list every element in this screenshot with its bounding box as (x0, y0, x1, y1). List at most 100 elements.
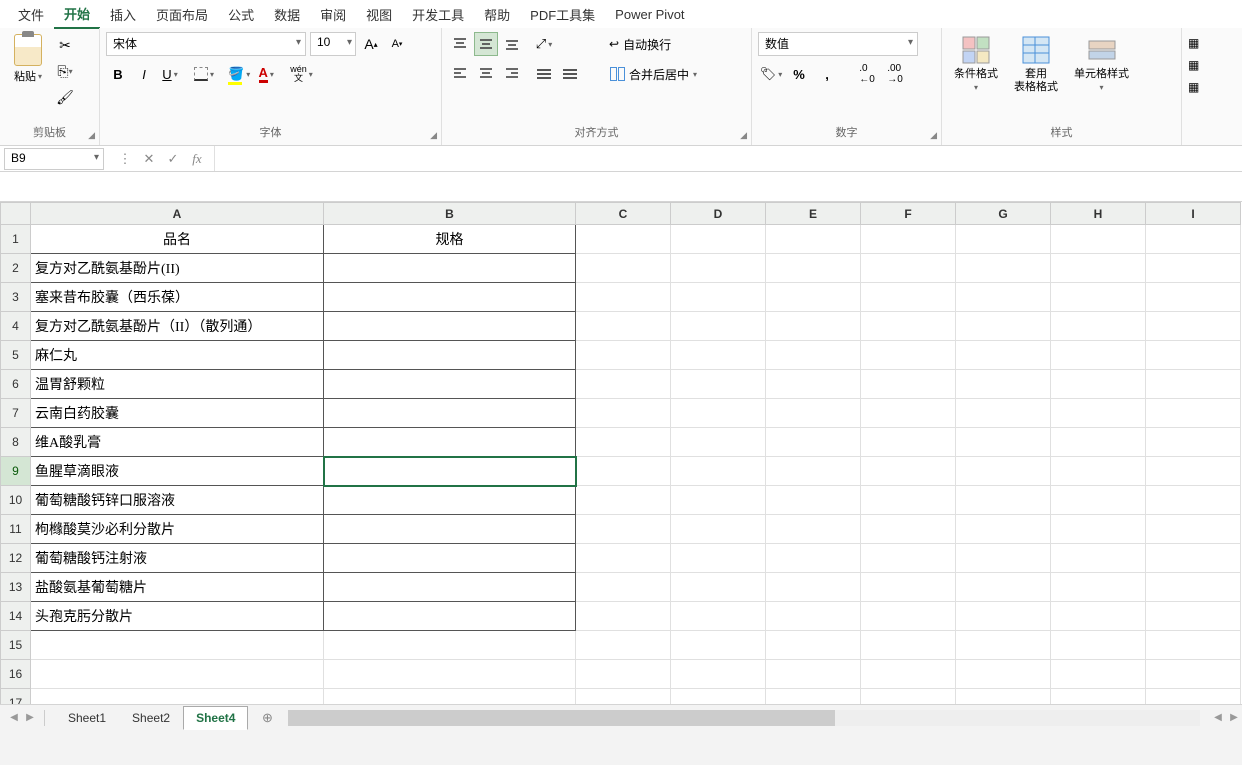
cell-G5[interactable] (956, 341, 1051, 370)
row-head-1[interactable]: 1 (1, 225, 31, 254)
cell-A11[interactable]: 枸橼酸莫沙必利分散片 (31, 515, 324, 544)
cell-B15[interactable] (324, 631, 576, 660)
cell-I12[interactable] (1146, 544, 1241, 573)
cell-A17[interactable] (31, 689, 324, 705)
align-top-button[interactable] (448, 32, 472, 56)
cell-styles-button[interactable]: 单元格样式▾ (1068, 32, 1135, 96)
percent-button[interactable]: % (786, 62, 812, 86)
cell-F17[interactable] (861, 689, 956, 705)
cell-C9[interactable] (576, 457, 671, 486)
name-box[interactable]: B9 (4, 148, 104, 170)
comma-button[interactable]: , (814, 62, 840, 86)
phonetic-button[interactable]: wén文 (288, 62, 315, 86)
cell-I11[interactable] (1146, 515, 1241, 544)
fx-icon[interactable]: fx (186, 149, 208, 169)
cell-G10[interactable] (956, 486, 1051, 515)
cell-D6[interactable] (671, 370, 766, 399)
cell-A6[interactable]: 温胃舒颗粒 (31, 370, 324, 399)
increase-indent-button[interactable] (558, 62, 582, 86)
cell-I14[interactable] (1146, 602, 1241, 631)
row-head-2[interactable]: 2 (1, 254, 31, 283)
row-head-17[interactable]: 17 (1, 689, 31, 705)
cell-E15[interactable] (766, 631, 861, 660)
row-head-4[interactable]: 4 (1, 312, 31, 341)
sheet-tab-Sheet2[interactable]: Sheet2 (119, 706, 183, 730)
formula-menu-icon[interactable]: ⋮ (114, 149, 136, 169)
cell-B2[interactable] (324, 254, 576, 283)
cell-E8[interactable] (766, 428, 861, 457)
cell-I9[interactable] (1146, 457, 1241, 486)
cell-I6[interactable] (1146, 370, 1241, 399)
cell-C16[interactable] (576, 660, 671, 689)
cell-C17[interactable] (576, 689, 671, 705)
cell-C6[interactable] (576, 370, 671, 399)
cell-D7[interactable] (671, 399, 766, 428)
cell-G14[interactable] (956, 602, 1051, 631)
cell-B5[interactable] (324, 341, 576, 370)
cell-G4[interactable] (956, 312, 1051, 341)
cell-A7[interactable]: 云南白药胶囊 (31, 399, 324, 428)
cell-I2[interactable] (1146, 254, 1241, 283)
cell-H8[interactable] (1051, 428, 1146, 457)
cell-E17[interactable] (766, 689, 861, 705)
cell-D11[interactable] (671, 515, 766, 544)
cell-A5[interactable]: 麻仁丸 (31, 341, 324, 370)
cell-F9[interactable] (861, 457, 956, 486)
formula-input[interactable] (215, 148, 1242, 170)
menu-审阅[interactable]: 审阅 (310, 1, 356, 28)
cell-F2[interactable] (861, 254, 956, 283)
cell-A10[interactable]: 葡萄糖酸钙锌口服溶液 (31, 486, 324, 515)
cell-F7[interactable] (861, 399, 956, 428)
cell-B16[interactable] (324, 660, 576, 689)
decrease-decimal-button[interactable]: .00→0 (882, 62, 908, 86)
cell-H17[interactable] (1051, 689, 1146, 705)
cell-A12[interactable]: 葡萄糖酸钙注射液 (31, 544, 324, 573)
cell-H3[interactable] (1051, 283, 1146, 312)
cell-A4[interactable]: 复方对乙酰氨基酚片（II）（散列通） (31, 312, 324, 341)
cell-C4[interactable] (576, 312, 671, 341)
cancel-formula-button[interactable]: ✕ (138, 149, 160, 169)
row-head-11[interactable]: 11 (1, 515, 31, 544)
merge-center-button[interactable]: 合并后居中▾ (603, 62, 703, 86)
decrease-indent-button[interactable] (532, 62, 556, 86)
cell-D14[interactable] (671, 602, 766, 631)
cell-E13[interactable] (766, 573, 861, 602)
grid[interactable]: ABCDEFGHI1品名规格2复方对乙酰氨基酚片(II)3塞来昔布胶囊（西乐葆）… (0, 202, 1242, 704)
cell-B9[interactable] (324, 457, 576, 486)
cell-C10[interactable] (576, 486, 671, 515)
col-head-B[interactable]: B (324, 203, 576, 225)
font-name-select[interactable]: 宋体 (106, 32, 306, 56)
menu-开发工具[interactable]: 开发工具 (402, 1, 474, 28)
cell-H2[interactable] (1051, 254, 1146, 283)
orientation-button[interactable]: ⤢ (532, 32, 556, 56)
cell-E3[interactable] (766, 283, 861, 312)
cell-C2[interactable] (576, 254, 671, 283)
cell-H1[interactable] (1051, 225, 1146, 254)
col-head-D[interactable]: D (671, 203, 766, 225)
cell-C3[interactable] (576, 283, 671, 312)
row-head-6[interactable]: 6 (1, 370, 31, 399)
fill-color-button[interactable]: 🪣 (226, 62, 252, 86)
cell-E10[interactable] (766, 486, 861, 515)
menu-开始[interactable]: 开始 (54, 0, 100, 29)
cell-I1[interactable] (1146, 225, 1241, 254)
align-bottom-button[interactable] (500, 32, 524, 56)
cell-C1[interactable] (576, 225, 671, 254)
cell-I7[interactable] (1146, 399, 1241, 428)
cell-C7[interactable] (576, 399, 671, 428)
cell-G13[interactable] (956, 573, 1051, 602)
cell-I16[interactable] (1146, 660, 1241, 689)
menu-文件[interactable]: 文件 (8, 1, 54, 28)
cell-B4[interactable] (324, 312, 576, 341)
cell-B11[interactable] (324, 515, 576, 544)
cell-E1[interactable] (766, 225, 861, 254)
cell-F8[interactable] (861, 428, 956, 457)
cell-D1[interactable] (671, 225, 766, 254)
scroll-right[interactable]: ▶ (1226, 710, 1242, 726)
cell-C11[interactable] (576, 515, 671, 544)
shrink-font-button[interactable]: A▾ (386, 33, 408, 55)
cell-F11[interactable] (861, 515, 956, 544)
align-center-button[interactable] (474, 62, 498, 86)
col-head-H[interactable]: H (1051, 203, 1146, 225)
cell-D12[interactable] (671, 544, 766, 573)
